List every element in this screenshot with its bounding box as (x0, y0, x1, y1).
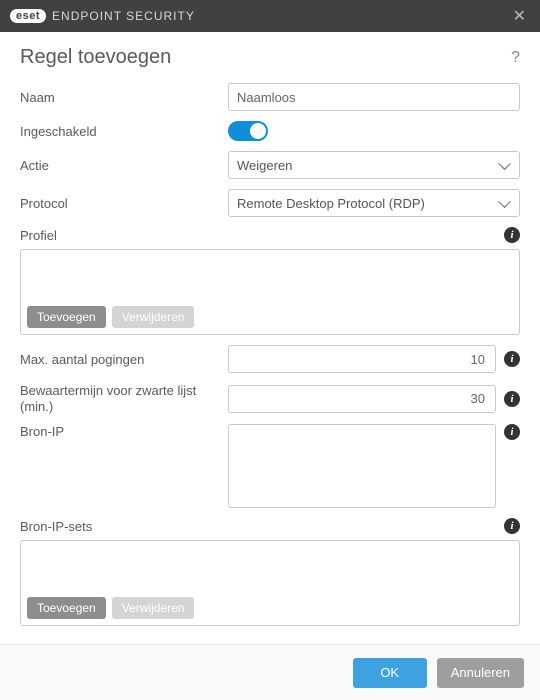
ipsets-remove-button: Verwijderen (112, 597, 195, 619)
label-source-ip-sets: Bron-IP-sets (20, 519, 92, 534)
brand-logo: eset ENDPOINT SECURITY (10, 9, 195, 23)
action-select-value: Weigeren (237, 158, 292, 173)
protocol-select-value: Remote Desktop Protocol (RDP) (237, 196, 425, 211)
brand-badge: eset (10, 9, 46, 23)
info-icon[interactable]: i (504, 351, 520, 367)
ipsets-add-button[interactable]: Toevoegen (27, 597, 106, 619)
label-enabled: Ingeschakeld (20, 124, 220, 139)
label-source-ip: Bron-IP (20, 424, 220, 439)
titlebar: eset ENDPOINT SECURITY ✕ (0, 0, 540, 32)
retention-input[interactable] (228, 385, 496, 413)
label-max-attempts: Max. aantal pogingen (20, 352, 220, 367)
brand-text: ENDPOINT SECURITY (52, 9, 195, 23)
help-icon[interactable]: ? (511, 49, 520, 67)
profile-remove-button: Verwijderen (112, 306, 195, 328)
max-attempts-input[interactable] (228, 345, 496, 373)
label-action: Actie (20, 158, 220, 173)
name-input[interactable] (228, 83, 520, 111)
label-protocol: Protocol (20, 196, 220, 211)
info-icon[interactable]: i (504, 227, 520, 243)
action-select[interactable]: Weigeren (228, 151, 520, 179)
label-name: Naam (20, 90, 220, 105)
source-ip-sets-listbox[interactable]: Toevoegen Verwijderen (20, 540, 520, 626)
protocol-select[interactable]: Remote Desktop Protocol (RDP) (228, 189, 520, 217)
content-area: Regel toevoegen ? Naam Ingeschakeld Acti… (0, 32, 540, 644)
ok-button[interactable]: OK (353, 658, 427, 688)
page-title: Regel toevoegen (20, 46, 171, 69)
label-retention: Bewaartermijn voor zwarte lijst (min.) (20, 383, 220, 414)
enabled-toggle[interactable] (228, 121, 268, 141)
cancel-button[interactable]: Annuleren (437, 658, 524, 688)
source-ip-textarea[interactable] (228, 424, 496, 508)
profile-listbox[interactable]: Toevoegen Verwijderen (20, 249, 520, 335)
info-icon[interactable]: i (504, 424, 520, 440)
profile-add-button[interactable]: Toevoegen (27, 306, 106, 328)
info-icon[interactable]: i (504, 391, 520, 407)
close-icon[interactable]: ✕ (509, 6, 530, 26)
label-profile: Profiel (20, 228, 57, 243)
info-icon[interactable]: i (504, 518, 520, 534)
toggle-knob (250, 123, 266, 139)
footer: OK Annuleren (0, 644, 540, 700)
